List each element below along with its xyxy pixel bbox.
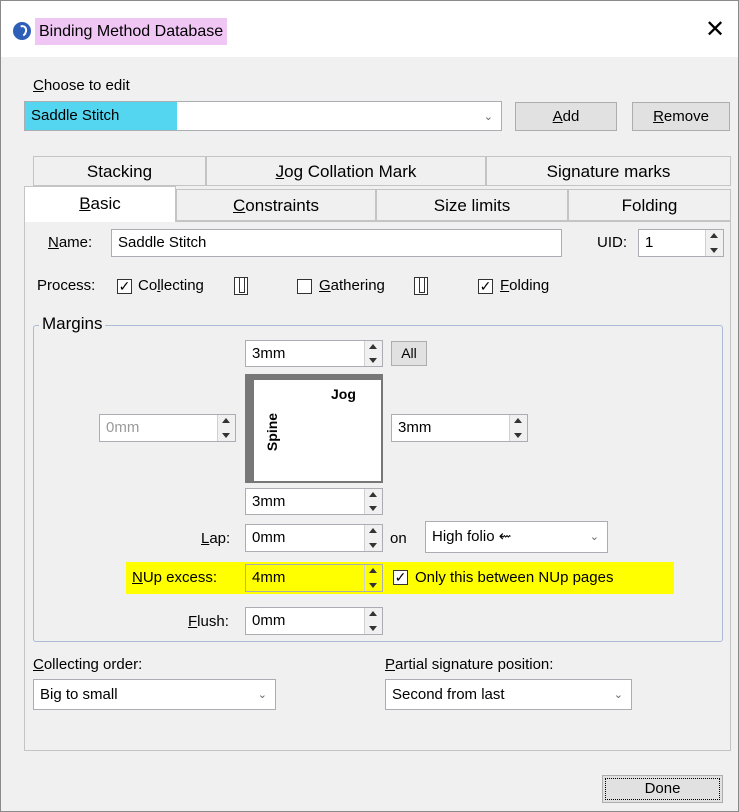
only-between-nup-label: Only this between NUp pages [415,569,614,586]
lap-side-value: High folio [432,528,495,545]
app-logo-icon [13,22,31,40]
collecting-label: Collecting [138,277,204,294]
lap-spin-icon[interactable] [364,525,382,551]
lap-side-value-wrap: High folio ⇜ [432,522,511,552]
chevron-down-icon: ⌄ [589,531,599,543]
flush-value: 0mm [252,612,286,629]
tab-basic[interactable]: Basic [24,186,176,222]
remove-button[interactable]: Remove [632,102,730,131]
jog-label: Jog [331,386,356,402]
folding-checkbox[interactable]: ✓ [478,279,493,294]
window-title: Binding Method Database [35,18,228,45]
done-button[interactable]: Done [602,775,723,803]
choose-to-edit-label: Choose to edit [33,77,130,94]
flush-stepper[interactable]: 0mm [245,607,383,635]
gathering-checkbox[interactable] [297,279,312,294]
nup-excess-label: NUp excess: [132,569,218,586]
chevron-down-icon: ⌄ [483,111,493,123]
spine-label: Spine [264,412,281,452]
partial-signature-combo[interactable]: Second from last ⌄ [385,679,632,710]
title-bar: Binding Method Database ✕ [1,1,738,57]
tab-stacking[interactable]: Stacking [33,156,206,186]
right-margin-value: 3mm [398,419,432,436]
name-input[interactable]: Saddle Stitch [111,229,562,257]
partial-signature-value: Second from last [392,686,505,703]
on-label: on [390,530,407,547]
bottom-margin-stepper[interactable]: 3mm [245,488,383,515]
top-margin-value: 3mm [252,345,286,362]
only-between-nup-checkbox[interactable]: ✓ [393,570,408,585]
uid-stepper[interactable]: 1 [638,229,724,257]
name-input-value: Saddle Stitch [118,234,207,251]
all-margins-button[interactable]: All [391,341,427,366]
left-margin-value: 0mm [106,419,140,436]
collecting-order-combo[interactable]: Big to small ⌄ [33,679,276,710]
uid-value: 1 [645,234,654,251]
close-icon[interactable]: ✕ [705,15,725,45]
chevron-down-icon: ⌄ [257,689,267,701]
partial-signature-label: Partial signature position: [385,656,554,673]
process-label: Process: [37,277,96,294]
page-preview: Jog Spine [245,374,383,483]
nup-excess-value: 4mm [252,569,286,586]
lap-value: 0mm [252,529,286,546]
top-margin-spin-icon[interactable] [364,341,382,366]
nup-excess-spin-icon[interactable] [364,565,382,591]
collecting-order-label: Collecting order: [33,656,143,673]
tab-folding[interactable]: Folding [568,189,731,221]
lap-stepper[interactable]: 0mm [245,524,383,552]
binding-method-dialog: Binding Method Database ✕ Choose to edit… [0,0,739,812]
name-label: Name: [48,234,93,251]
tab-size-limits[interactable]: Size limits [376,189,568,221]
left-margin-stepper[interactable]: 0mm [99,414,236,442]
left-margin-spin-icon[interactable] [217,415,235,441]
folio-arrow-icon: ⇜ [498,528,512,545]
spine-bar [247,376,254,481]
top-margin-stepper[interactable]: 3mm [245,340,383,367]
nup-excess-stepper[interactable]: 4mm [245,564,383,592]
uid-spin-icon[interactable] [705,230,723,256]
jog-bar [247,376,381,380]
gathering-label: Gathering [319,277,385,294]
collecting-book-icon [234,277,248,295]
add-button[interactable]: Add [515,102,617,131]
lap-side-combo[interactable]: High folio ⇜ ⌄ [425,521,608,553]
choose-method-value: Saddle Stitch [31,107,120,124]
collecting-checkbox[interactable]: ✓ [117,279,132,294]
tab-constraints[interactable]: Constraints [176,189,376,221]
lap-label: Lap: [201,530,231,547]
margins-legend: Margins [39,314,106,334]
tab-signature-marks[interactable]: Signature marks [486,156,731,186]
gathering-book-icon [414,277,428,295]
chevron-down-icon: ⌄ [613,689,623,701]
collecting-order-value: Big to small [40,686,118,703]
bottom-margin-spin-icon[interactable] [364,489,382,514]
right-margin-stepper[interactable]: 3mm [391,414,528,442]
flush-spin-icon[interactable] [364,608,382,634]
bottom-margin-value: 3mm [252,493,286,510]
flush-label: Flush: [188,613,229,630]
uid-label: UID: [597,234,627,251]
margins-group [33,325,723,642]
choose-method-combo[interactable]: Saddle Stitch ⌄ [24,101,502,131]
tab-jog-collation-mark[interactable]: Jog Collation Mark [206,156,486,186]
folding-label: Folding [500,277,550,294]
right-margin-spin-icon[interactable] [509,415,527,441]
